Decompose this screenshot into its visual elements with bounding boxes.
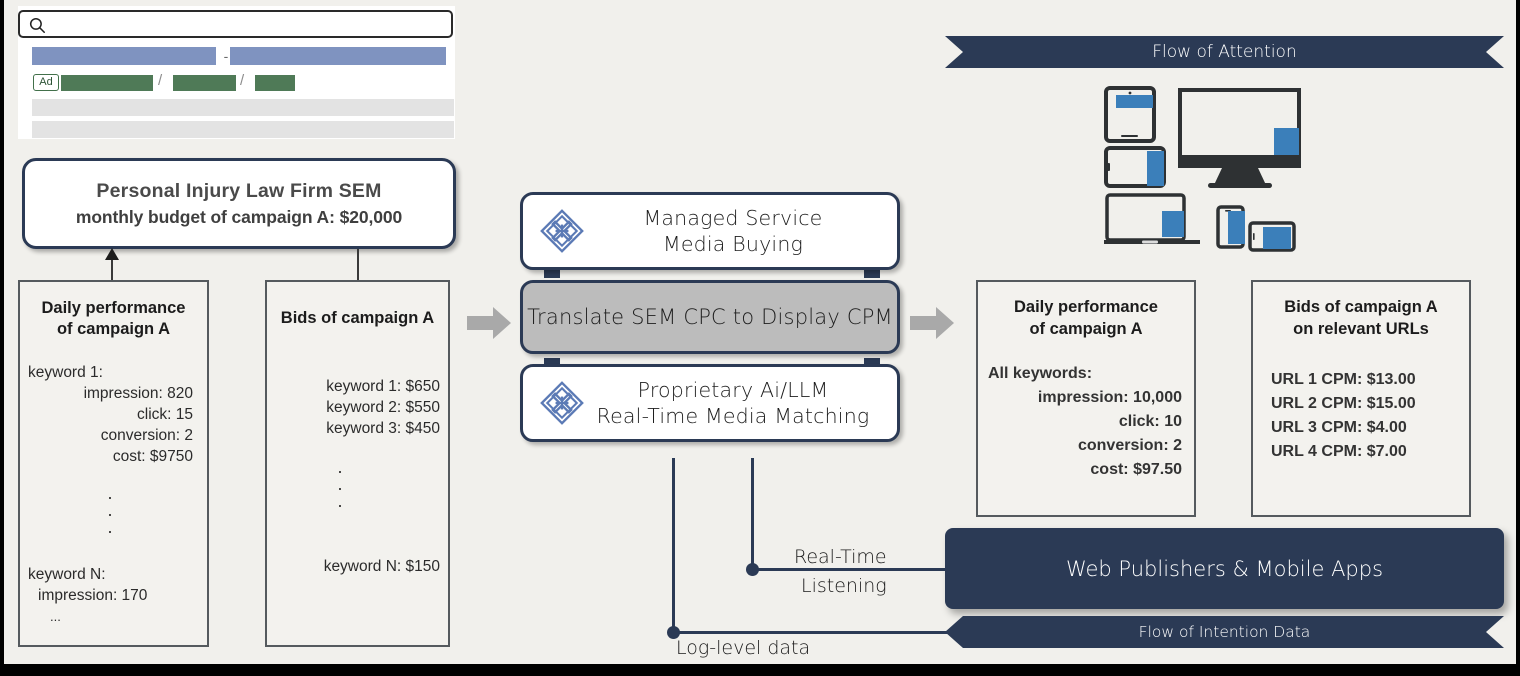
metric-cost: cost: $97.50 bbox=[1090, 461, 1182, 478]
connector-realtime-vertical bbox=[751, 458, 754, 570]
metric-impression: impression: 10,000 bbox=[1037, 389, 1182, 406]
devices-illustration bbox=[1104, 86, 1301, 252]
metric-all-keywords: All keywords: bbox=[988, 365, 1093, 382]
box-title-line2: of campaign A bbox=[56, 320, 171, 338]
process-proprietary-ai-llm-matching[interactable]: Proprietary Ai/LLM Real-Time Media Match… bbox=[520, 364, 900, 442]
label-realtime-line2: Listening bbox=[801, 575, 887, 597]
bid-keyword-1: keyword 1: $650 bbox=[326, 378, 440, 395]
label-realtime-line1: Real-Time bbox=[794, 546, 887, 568]
box-title-line2: on relevant URLs bbox=[1293, 320, 1429, 338]
bid-keyword-2: keyword 2: $550 bbox=[326, 399, 440, 416]
metric-cost-1: cost: $9750 bbox=[112, 448, 193, 465]
tablet-landscape-icon bbox=[1104, 146, 1166, 188]
smartphone-landscape-icon bbox=[1248, 221, 1296, 252]
input-box-daily-performance: Daily performance of campaign A keyword … bbox=[18, 280, 209, 647]
result-url-segment-2 bbox=[173, 75, 236, 91]
url-cpm-4: URL 4 CPM: $7.00 bbox=[1271, 443, 1407, 460]
output-box-daily-performance: Daily performance of campaign A All keyw… bbox=[976, 280, 1196, 517]
processing-stack: Managed Service Media Buying Translate S… bbox=[520, 192, 900, 442]
banner-flow-of-intention-data: Flow of Intention Data bbox=[945, 616, 1504, 648]
process-bottom-label-line2: Real-Time Media Matching bbox=[596, 404, 870, 428]
metric-more: ... bbox=[50, 609, 61, 624]
label-log-level-data: Log-level data bbox=[676, 637, 811, 659]
connector-realtime-horizontal bbox=[751, 568, 947, 571]
connector-loglevel-vertical bbox=[672, 458, 675, 634]
laptop-icon bbox=[1104, 193, 1200, 244]
url-cpm-3: URL 3 CPM: $4.00 bbox=[1271, 419, 1407, 436]
process-translate-cpc-to-cpm[interactable]: Translate SEM CPC to Display CPM bbox=[520, 280, 900, 354]
ellipsis-vertical: · · · bbox=[337, 461, 344, 515]
url-cpm-2: URL 2 CPM: $15.00 bbox=[1271, 395, 1416, 412]
result-title-bar-right bbox=[230, 47, 446, 65]
connector-line-daily-performance bbox=[111, 258, 113, 280]
connector-line-bids bbox=[357, 249, 359, 280]
company-logo-icon bbox=[540, 381, 584, 425]
diagram-canvas: - Ad / / Personal Injury Law Firm SEM mo… bbox=[0, 0, 1520, 676]
box-title-line2: of campaign A bbox=[1029, 320, 1143, 338]
input-box-bids: Bids of campaign A keyword 1: $650 keywo… bbox=[265, 280, 450, 647]
campaign-title-card: Personal Injury Law Firm SEM monthly bud… bbox=[22, 158, 456, 249]
search-icon bbox=[29, 17, 45, 33]
process-top-label-line2: Media Buying bbox=[662, 232, 804, 256]
process-managed-service-media-buying[interactable]: Managed Service Media Buying bbox=[520, 192, 900, 270]
box-title-line1: Bids of campaign A bbox=[280, 309, 435, 327]
ad-badge: Ad bbox=[33, 74, 59, 91]
result-url-segment-3 bbox=[255, 75, 295, 91]
result-snippet-line-1 bbox=[32, 99, 454, 116]
metric-conversion: conversion: 2 bbox=[1077, 437, 1182, 454]
process-bottom-label-line1: Proprietary Ai/LLM bbox=[637, 378, 829, 402]
result-title-bar-left bbox=[32, 47, 216, 65]
result-url-segment-1 bbox=[61, 75, 153, 91]
metric-impression-n: impression: 170 bbox=[38, 587, 148, 604]
connector-node-realtime bbox=[746, 563, 759, 576]
url-slash-1: / bbox=[158, 72, 163, 89]
flow-arrow-right-icon-1 bbox=[467, 307, 511, 339]
company-logo-icon bbox=[540, 209, 584, 253]
connector-loglevel-horizontal bbox=[672, 631, 948, 634]
campaign-title-line1: Personal Injury Law Firm SEM bbox=[96, 179, 382, 202]
url-cpm-1: URL 1 CPM: $13.00 bbox=[1271, 371, 1416, 388]
banner-intention-label: Flow of Intention Data bbox=[1138, 623, 1311, 641]
box-title-line1: Bids of campaign A bbox=[1284, 298, 1438, 316]
ellipsis-vertical: · · · bbox=[107, 487, 114, 541]
banner-attention-label: Flow of Attention bbox=[1152, 42, 1297, 62]
box-title-line1: Daily performance bbox=[1014, 298, 1158, 316]
metric-conversion-1: conversion: 2 bbox=[100, 427, 193, 444]
tablet-portrait-icon bbox=[1104, 86, 1156, 143]
process-top-label-line1: Managed Service bbox=[643, 206, 823, 230]
box-title-line1: Daily performance bbox=[41, 299, 186, 317]
banner-publishers-label: Web Publishers & Mobile Apps bbox=[1065, 556, 1384, 581]
flow-arrow-right-icon-2 bbox=[910, 307, 954, 339]
metric-keyword-1: keyword 1: bbox=[28, 364, 103, 381]
banner-flow-of-attention: Flow of Attention bbox=[945, 36, 1504, 68]
process-middle-label: Translate SEM CPC to Display CPM bbox=[527, 305, 893, 329]
url-slash-2: / bbox=[240, 72, 245, 89]
banner-web-publishers-mobile-apps: Web Publishers & Mobile Apps bbox=[945, 528, 1504, 609]
search-results-mockup: - Ad / / bbox=[18, 6, 455, 139]
metric-click: click: 10 bbox=[1118, 413, 1182, 430]
search-input[interactable] bbox=[18, 10, 453, 38]
smartphone-portrait-icon bbox=[1216, 205, 1245, 249]
desktop-monitor-icon bbox=[1178, 88, 1301, 188]
metric-keyword-n: keyword N: bbox=[28, 566, 106, 583]
connector-arrow-up-icon bbox=[105, 248, 119, 260]
result-snippet-line-2 bbox=[32, 121, 454, 138]
bid-keyword-n: keyword N: $150 bbox=[323, 558, 440, 575]
campaign-title-line2: monthly budget of campaign A: $20,000 bbox=[75, 206, 403, 227]
output-box-bids-on-urls: Bids of campaign A on relevant URLs URL … bbox=[1251, 280, 1471, 517]
bid-keyword-3: keyword 3: $450 bbox=[326, 420, 440, 437]
metric-impression-1: impression: 820 bbox=[83, 385, 193, 402]
metric-click-1: click: 15 bbox=[137, 406, 193, 423]
